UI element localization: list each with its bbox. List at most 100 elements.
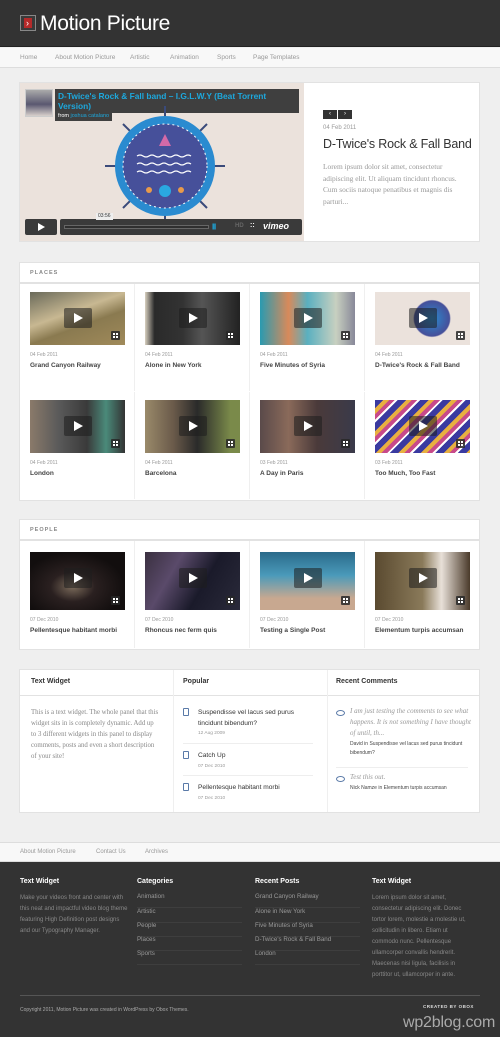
video-thumbnail[interactable] [260, 552, 355, 610]
hd-toggle[interactable]: HD [235, 223, 244, 229]
video-card[interactable]: 07 Dec 2010 Elementum turpis accumsan [365, 541, 480, 648]
video-card[interactable]: 04 Feb 2011 D-Twice's Rock & Fall Band [365, 284, 480, 391]
next-arrow-icon[interactable]: › [338, 110, 352, 119]
recent-post-link[interactable]: London [255, 950, 360, 965]
video-thumbnail[interactable] [30, 552, 125, 610]
video-title[interactable]: Five Minutes of Syria [260, 362, 325, 369]
video-title[interactable]: Barcelona [145, 470, 176, 477]
nav-item-animation[interactable]: Animation [170, 54, 199, 61]
play-icon[interactable] [294, 568, 322, 588]
video-card[interactable]: 03 Feb 2011 A Day in Paris [250, 392, 365, 499]
video-title[interactable]: A Day in Paris [260, 470, 303, 477]
play-icon[interactable] [409, 416, 437, 436]
video-thumbnail[interactable] [375, 552, 470, 610]
video-thumbnail[interactable] [145, 400, 240, 453]
play-icon[interactable] [64, 416, 92, 436]
volume-icon[interactable]: |||||| [212, 224, 216, 230]
nav-item-about[interactable]: About Motion Picture [55, 54, 115, 61]
footer-nav-contact[interactable]: Contact Us [96, 849, 126, 855]
featured-video-player[interactable]: D-Twice's Rock & Fall band – I.G.L.W.Y (… [20, 83, 304, 241]
expand-icon[interactable] [456, 331, 465, 340]
video-author-link[interactable]: joshua catalano [71, 113, 110, 119]
video-thumbnail[interactable] [260, 292, 355, 345]
footer-nav-about[interactable]: About Motion Picture [20, 849, 76, 855]
expand-icon[interactable] [341, 439, 350, 448]
video-card[interactable]: 04 Feb 2011 London [20, 392, 135, 499]
prev-arrow-icon[interactable]: ‹ [323, 110, 337, 119]
play-icon[interactable] [64, 308, 92, 328]
play-icon[interactable] [294, 416, 322, 436]
video-thumbnail[interactable] [145, 292, 240, 345]
recent-post-link[interactable]: D-Twice's Rock & Fall Band [255, 936, 360, 951]
footer-recent-posts-title: Recent Posts [255, 878, 300, 885]
video-thumbnail[interactable] [375, 292, 470, 345]
play-icon[interactable] [179, 308, 207, 328]
video-progress-bar[interactable] [64, 225, 209, 229]
video-card[interactable]: 04 Feb 2011 Barcelona [135, 392, 250, 499]
play-icon[interactable] [179, 416, 207, 436]
video-title[interactable]: Pellentesque habitant morbi [30, 627, 117, 634]
play-icon[interactable] [409, 308, 437, 328]
expand-icon[interactable] [341, 331, 350, 340]
recent-post-link[interactable]: Grand Canyon Railway [255, 893, 360, 908]
expand-icon[interactable] [226, 331, 235, 340]
video-title[interactable]: D-Twice's Rock & Fall Band [375, 362, 460, 369]
expand-icon[interactable] [226, 439, 235, 448]
play-icon[interactable] [64, 568, 92, 588]
featured-title[interactable]: D-Twice's Rock & Fall Band [323, 137, 472, 151]
video-title[interactable]: Rhoncus nec ferm quis [145, 627, 217, 634]
nav-item-sports[interactable]: Sports [217, 54, 236, 61]
logo-icon[interactable]: › [20, 15, 36, 31]
comment-meta[interactable]: Nick Namze in Elementum turpis accumsan [350, 784, 480, 793]
video-card[interactable]: 07 Dec 2010 Testing a Single Post [250, 541, 365, 648]
video-title[interactable]: London [30, 470, 54, 477]
video-card[interactable]: 07 Dec 2010 Rhoncus nec ferm quis [135, 541, 250, 648]
credit-logo[interactable]: CREATED BY OBOX [423, 1004, 474, 1009]
video-card[interactable]: 03 Feb 2011 Too Much, Too Fast [365, 392, 480, 499]
comment-excerpt[interactable]: I am just testing the comments to see wh… [350, 706, 475, 739]
video-card[interactable]: 04 Feb 2011 Grand Canyon Railway [20, 284, 135, 391]
play-button[interactable] [25, 219, 57, 235]
category-link[interactable]: People [137, 922, 242, 937]
footer-nav-archives[interactable]: Archives [145, 849, 168, 855]
video-card[interactable]: 04 Feb 2011 Alone in New York [135, 284, 250, 391]
play-icon[interactable] [294, 308, 322, 328]
recent-post-link[interactable]: Alone in New York [255, 908, 360, 923]
play-icon[interactable] [179, 568, 207, 588]
site-title[interactable]: Motion Picture [40, 11, 170, 37]
nav-item-artistic[interactable]: Artistic [130, 54, 150, 61]
expand-icon[interactable] [341, 596, 350, 605]
category-link[interactable]: Sports [137, 950, 242, 965]
video-thumbnail[interactable] [30, 400, 125, 453]
video-card[interactable]: 07 Dec 2010 Pellentesque habitant morbi [20, 541, 135, 648]
video-title[interactable]: Testing a Single Post [260, 627, 325, 634]
video-title[interactable]: Alone in New York [145, 362, 201, 369]
video-card[interactable]: 04 Feb 2011 Five Minutes of Syria [250, 284, 365, 391]
fullscreen-icon[interactable]: :: [250, 222, 255, 229]
video-thumbnail[interactable] [375, 400, 470, 453]
video-title[interactable]: Grand Canyon Railway [30, 362, 101, 369]
expand-icon[interactable] [111, 331, 120, 340]
category-link[interactable]: Places [137, 936, 242, 951]
expand-icon[interactable] [226, 596, 235, 605]
expand-icon[interactable] [111, 439, 120, 448]
video-thumbnail[interactable] [30, 292, 125, 345]
expand-icon[interactable] [111, 596, 120, 605]
nav-item-page-templates[interactable]: Page Templates [253, 54, 300, 61]
video-thumbnail[interactable] [260, 400, 355, 453]
video-thumbnail[interactable] [145, 552, 240, 610]
category-link[interactable]: Animation [137, 893, 242, 908]
comment-excerpt[interactable]: Test this out. [350, 772, 475, 783]
vimeo-logo[interactable]: vimeo [263, 221, 289, 231]
category-link[interactable]: Artistic [137, 908, 242, 923]
video-title[interactable]: Too Much, Too Fast [375, 470, 435, 477]
expand-icon[interactable] [456, 439, 465, 448]
play-icon[interactable] [409, 568, 437, 588]
comment-meta[interactable]: David in Suspendisse vel lacus sed purus… [350, 740, 480, 758]
author-avatar[interactable] [25, 89, 53, 117]
expand-icon[interactable] [456, 596, 465, 605]
recent-post-link[interactable]: Five Minutes of Syria [255, 922, 360, 937]
video-title[interactable]: Elementum turpis accumsan [375, 627, 464, 634]
featured-date: 04 Feb 2011 [323, 125, 357, 131]
nav-item-home[interactable]: Home [20, 54, 37, 61]
